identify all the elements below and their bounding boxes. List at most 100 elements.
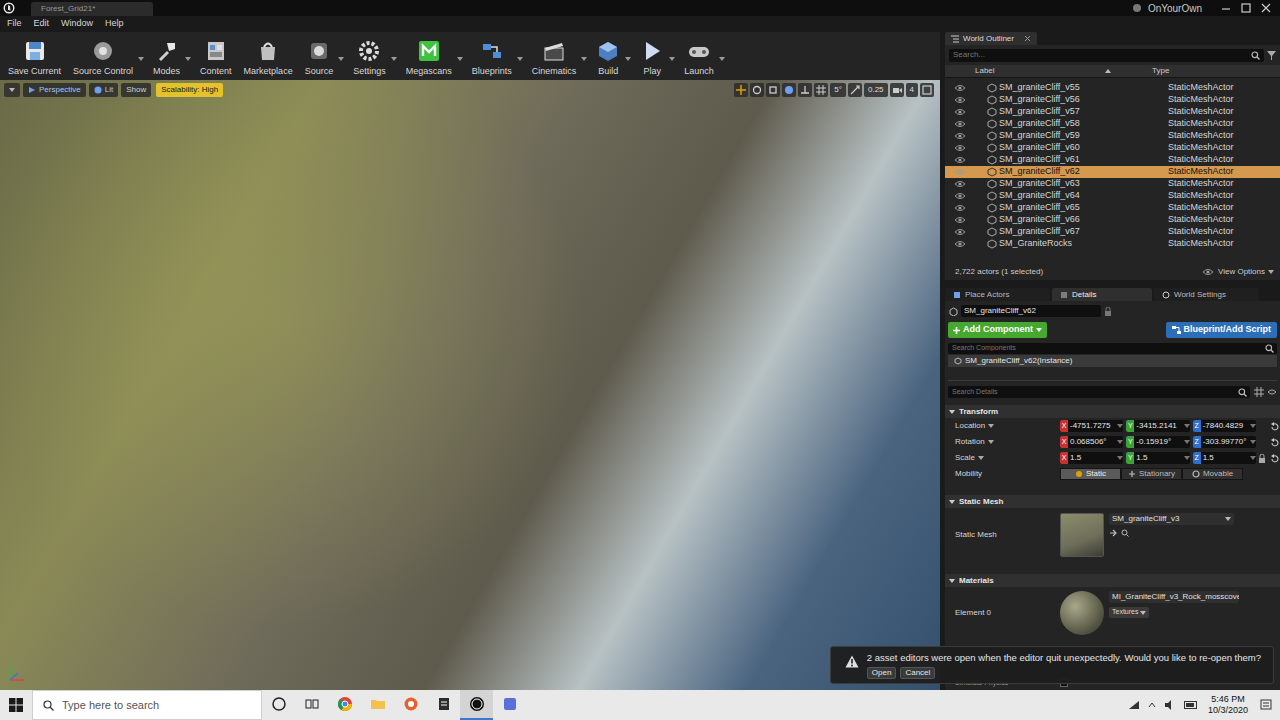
- toolbar-dropdown[interactable]: [184, 57, 192, 61]
- lock-icon[interactable]: [1256, 454, 1268, 463]
- toolbar-button-body[interactable]: Cinematics: [528, 39, 581, 77]
- reset-button[interactable]: [1268, 422, 1280, 431]
- eye-icon[interactable]: [953, 204, 967, 212]
- perspective-button[interactable]: Perspective: [23, 83, 86, 97]
- view-options-button[interactable]: View Options: [1201, 266, 1274, 278]
- toolbar-dropdown[interactable]: [337, 57, 345, 61]
- viewport-menu-button[interactable]: [4, 83, 20, 97]
- type-column-header[interactable]: Type: [1148, 65, 1280, 77]
- toolbar-button[interactable]: Cinematics: [528, 39, 589, 77]
- toolbar-dropdown[interactable]: [624, 57, 632, 61]
- outliner-row[interactable]: SM_graniteCliff_v62StaticMeshActor: [945, 166, 1280, 178]
- menu-item[interactable]: Window: [60, 17, 94, 31]
- outliner-row[interactable]: SM_graniteCliff_v64StaticMeshActor: [945, 190, 1280, 202]
- taskbar-clock[interactable]: 5:46 PM10/3/2020: [1208, 694, 1248, 716]
- vector-field[interactable]: Y-0.15919°: [1126, 436, 1189, 448]
- materials-header[interactable]: Materials: [945, 574, 1280, 587]
- outliner-row[interactable]: SM_graniteCliff_v55StaticMeshActor: [945, 82, 1280, 94]
- world-space-button[interactable]: [782, 83, 796, 97]
- taskbar-app[interactable]: [460, 690, 493, 720]
- toolbar-dropdown[interactable]: [516, 57, 524, 61]
- toolbar-button-body[interactable]: Play: [636, 39, 668, 77]
- toolbar-button[interactable]: Modes: [149, 39, 192, 77]
- lock-selection-icon[interactable]: [1104, 307, 1112, 316]
- camera-speed-button[interactable]: [890, 83, 904, 97]
- taskbar-app[interactable]: [361, 690, 394, 720]
- toolbar-dropdown[interactable]: [668, 57, 676, 61]
- minimize-icon[interactable]: [1216, 2, 1236, 14]
- toolbar-button[interactable]: Source Control: [69, 39, 145, 77]
- maximize-icon[interactable]: [1236, 2, 1256, 14]
- outliner-search-box[interactable]: [949, 49, 1264, 62]
- vector-field[interactable]: Z-7840.4829: [1193, 420, 1256, 432]
- scale-snap-value[interactable]: 0.25: [864, 83, 888, 97]
- eye-icon[interactable]: [953, 228, 967, 236]
- action-center-icon[interactable]: [1260, 699, 1272, 711]
- scalability-warning[interactable]: Scalability: High: [156, 83, 223, 97]
- static-mesh-header[interactable]: Static Mesh: [945, 495, 1280, 508]
- toolbar-button[interactable]: Settings: [349, 39, 398, 77]
- lit-button[interactable]: Lit: [89, 83, 118, 97]
- eye-icon[interactable]: [953, 108, 967, 116]
- details-tab[interactable]: World Settings: [1154, 288, 1259, 301]
- toolbar-dropdown[interactable]: [580, 57, 588, 61]
- toolbar-button[interactable]: Build: [592, 39, 632, 77]
- maximize-viewport-button[interactable]: [920, 83, 934, 97]
- toolbar-dropdown[interactable]: [137, 57, 145, 61]
- level-tab[interactable]: Forest_Grid21*: [31, 2, 153, 16]
- transform-header[interactable]: Transform: [945, 405, 1280, 418]
- reset-button[interactable]: [1268, 438, 1280, 447]
- menu-item[interactable]: Help: [104, 17, 125, 31]
- toolbar-button[interactable]: Launch: [680, 39, 726, 77]
- taskbar-app[interactable]: [295, 690, 328, 720]
- vector-field[interactable]: X-4751.7275: [1060, 420, 1123, 432]
- toolbar-button-body[interactable]: Blueprints: [468, 39, 516, 77]
- vector-field[interactable]: X1.5: [1060, 452, 1123, 464]
- transform-row-label[interactable]: Scale: [945, 452, 1060, 464]
- windows-start-icon[interactable]: [0, 698, 32, 712]
- reset-arrow-icon[interactable]: [1270, 438, 1279, 447]
- toolbar-button-body[interactable]: Source Control: [69, 39, 137, 77]
- component-tree-root[interactable]: SM_graniteCliff_v62(Instance): [948, 355, 1277, 367]
- reset-button[interactable]: [1268, 454, 1280, 463]
- menu-item[interactable]: File: [6, 17, 23, 31]
- eye-icon[interactable]: [953, 84, 967, 92]
- material-thumbnail[interactable]: [1060, 591, 1104, 635]
- details-search-input[interactable]: [952, 387, 1238, 398]
- toolbar-button[interactable]: Megascans: [402, 39, 464, 77]
- vector-field[interactable]: Z-303.99770°: [1193, 436, 1256, 448]
- taskbar-app[interactable]: [262, 690, 295, 720]
- component-search-box[interactable]: [948, 343, 1277, 354]
- vector-field[interactable]: Y1.5: [1126, 452, 1189, 464]
- toolbar-dropdown[interactable]: [390, 57, 398, 61]
- material-combo[interactable]: MI_GraniteCliff_v3_Rock_mosscover: [1109, 591, 1239, 603]
- eye-icon[interactable]: [953, 216, 967, 224]
- reset-arrow-icon[interactable]: [1270, 422, 1279, 431]
- outliner-row[interactable]: SM_graniteCliff_v58StaticMeshActor: [945, 118, 1280, 130]
- toolbar-button[interactable]: Blueprints: [468, 39, 524, 77]
- toolbar-button-body[interactable]: Marketplace: [240, 39, 297, 77]
- notification-button[interactable]: Open: [867, 667, 897, 679]
- outliner-row[interactable]: SM_graniteCliff_v60StaticMeshActor: [945, 142, 1280, 154]
- outliner-row[interactable]: SM_graniteCliff_v57StaticMeshActor: [945, 106, 1280, 118]
- menu-item[interactable]: Edit: [33, 17, 51, 31]
- details-tab[interactable]: Details: [1052, 288, 1152, 301]
- outliner-row[interactable]: SM_graniteCliff_v66StaticMeshActor: [945, 214, 1280, 226]
- toolbar-button-body[interactable]: Content: [196, 39, 236, 77]
- mobility-option[interactable]: Movable: [1182, 468, 1243, 480]
- filter-icon[interactable]: [1267, 51, 1276, 60]
- notification-button[interactable]: Cancel: [900, 667, 935, 679]
- details-search-box[interactable]: [948, 386, 1250, 398]
- vector-field[interactable]: Z1.5: [1193, 452, 1256, 464]
- eye-icon[interactable]: [953, 156, 967, 164]
- tray-network-icon[interactable]: [1128, 700, 1140, 710]
- use-selected-icon[interactable]: [1109, 529, 1117, 537]
- outliner-row[interactable]: SM_graniteCliff_v61StaticMeshActor: [945, 154, 1280, 166]
- grid-snap-button[interactable]: [814, 83, 828, 97]
- taskbar-search-input[interactable]: [62, 697, 261, 714]
- static-mesh-thumbnail[interactable]: [1060, 513, 1104, 557]
- eye-icon[interactable]: [953, 144, 967, 152]
- taskbar-app[interactable]: [427, 690, 460, 720]
- show-button[interactable]: Show: [121, 83, 151, 97]
- details-tab[interactable]: Place Actors: [945, 288, 1050, 301]
